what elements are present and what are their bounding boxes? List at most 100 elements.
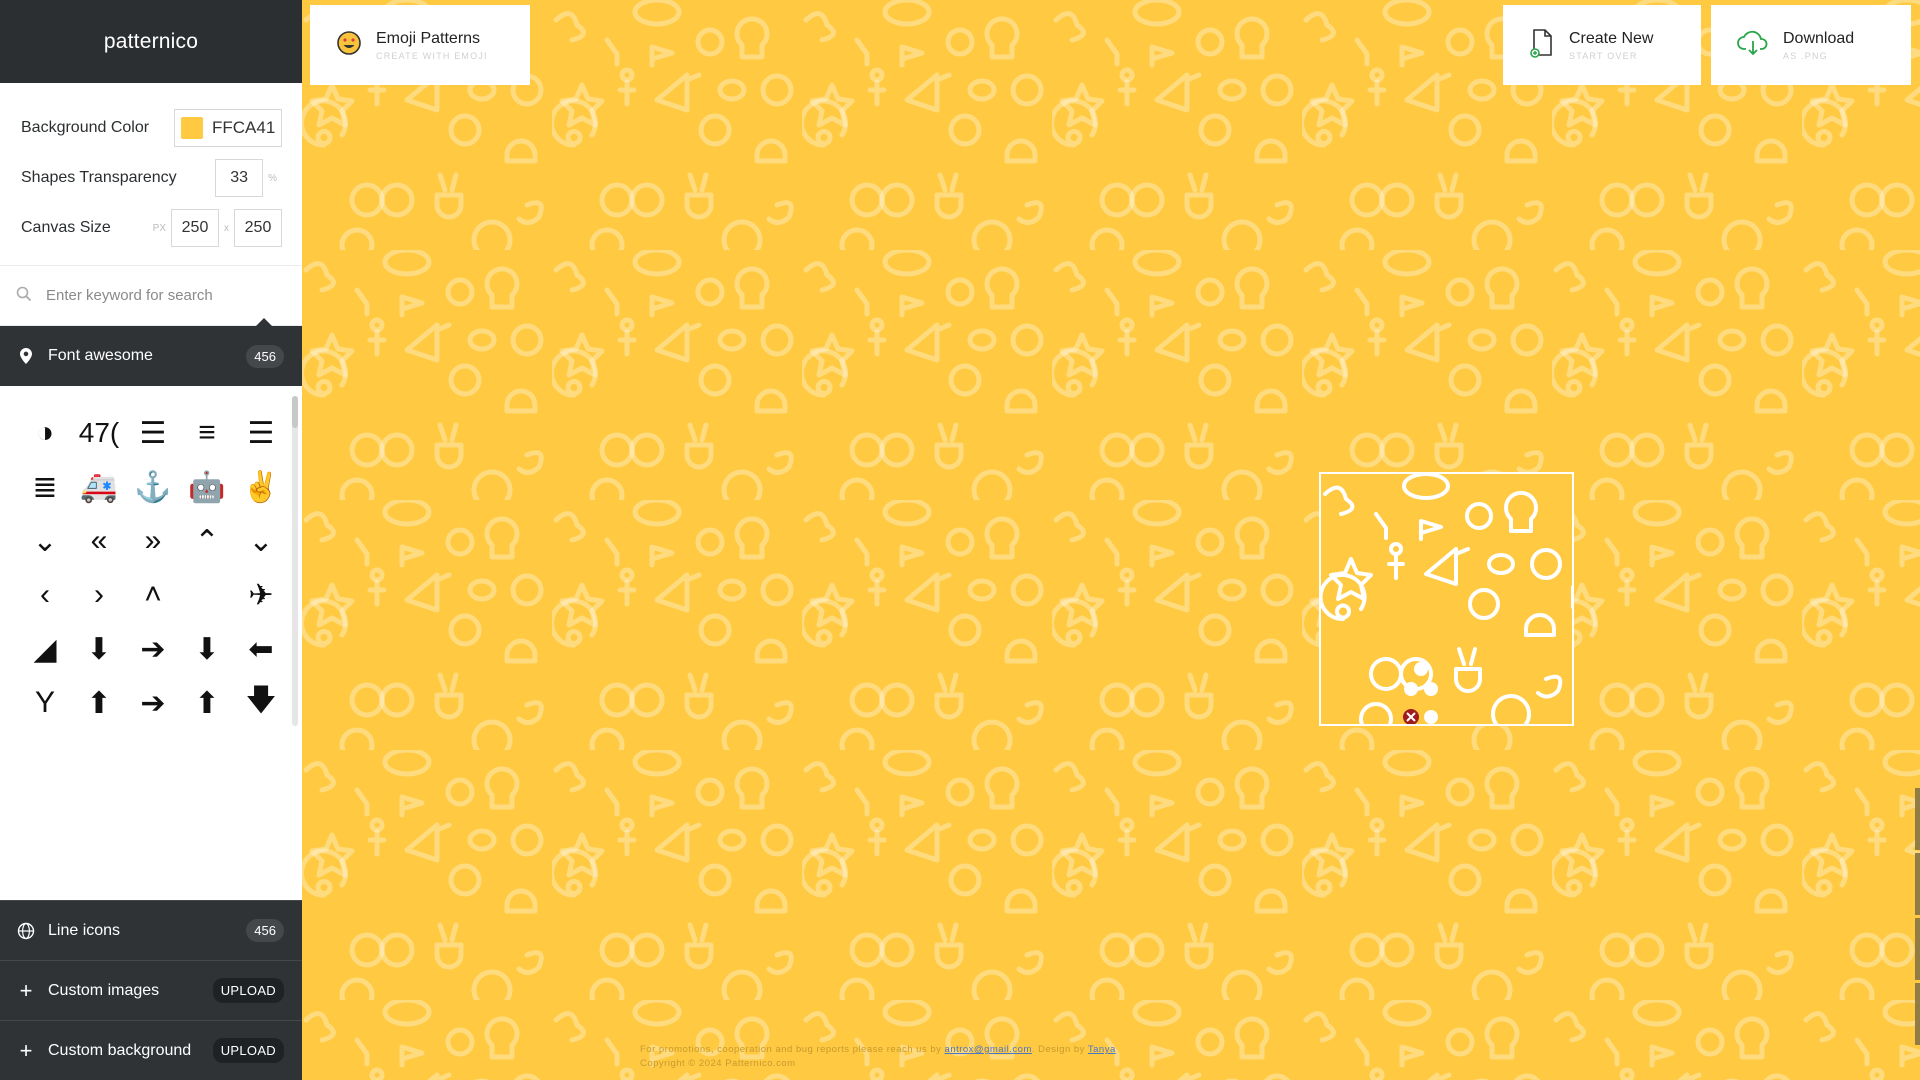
background-color-label: Background Color bbox=[21, 119, 150, 136]
section-line-icons[interactable]: Line icons 456 bbox=[0, 900, 302, 960]
footer-designer-link[interactable]: Tanya bbox=[1088, 1044, 1116, 1055]
create-new-subtitle: START OVER bbox=[1569, 50, 1638, 61]
scrollbar-thumb[interactable] bbox=[292, 396, 298, 428]
side-link-palette[interactable]: 🎨Color Palette GeneratorGENERATE COLORS … bbox=[1915, 918, 1920, 980]
footer-design-text: . Design by bbox=[1031, 1044, 1085, 1055]
align-right-icon[interactable]: ≣ bbox=[18, 460, 72, 514]
arrow-circle-o-up-icon[interactable]: ⬆ bbox=[72, 676, 126, 730]
caret-indicator bbox=[256, 318, 272, 326]
transparency-input[interactable]: 33 bbox=[215, 159, 264, 197]
angle-up-icon[interactable]: ˄ bbox=[126, 568, 180, 622]
section-label: Font awesome bbox=[48, 347, 153, 364]
color-swatch[interactable] bbox=[181, 117, 203, 139]
sidebar: patternico Background Color FFCA41 Shape… bbox=[0, 0, 302, 1080]
download-button[interactable]: Download AS .PNG bbox=[1711, 5, 1911, 85]
arrow-circle-right-icon[interactable]: ➔ bbox=[126, 622, 180, 676]
transparency-label: Shapes Transparency bbox=[21, 169, 177, 186]
bottom-sections: Line icons 456 + Custom images UPLOAD + … bbox=[0, 900, 302, 1080]
plus-icon: + bbox=[19, 1037, 33, 1063]
angle-double-up-icon[interactable]: ⌃ bbox=[180, 514, 234, 568]
anchor-icon[interactable]: ⚓ bbox=[126, 460, 180, 514]
background-color-value: FFCA41 bbox=[212, 118, 276, 137]
create-new-button[interactable]: Create New START OVER bbox=[1503, 5, 1701, 85]
footer-contact-text: For promotions, cooperation and bug repo… bbox=[640, 1044, 942, 1055]
scrollbar-track[interactable] bbox=[292, 396, 298, 726]
canvas-height-input[interactable]: 250 bbox=[234, 209, 282, 247]
section-label: Line icons bbox=[48, 921, 121, 939]
emoji-card-title: Emoji Patterns bbox=[376, 29, 481, 47]
canvas-size-row: Canvas Size PX 250 x 250 bbox=[21, 203, 282, 253]
transparency-unit: % bbox=[268, 172, 277, 184]
canvas-shapes bbox=[1321, 474, 1572, 724]
side-link-logopony[interactable]: ∞LogoponyAI LOGO GENERATOR↗ bbox=[1915, 983, 1920, 1045]
arrow-circle-o-right-icon[interactable]: ➔ bbox=[126, 676, 180, 730]
create-new-title: Create New bbox=[1569, 29, 1654, 47]
background-color-input[interactable]: FFCA41 bbox=[174, 109, 282, 147]
angle-right-icon[interactable]: › bbox=[72, 568, 126, 622]
count-badge: 456 bbox=[246, 344, 284, 368]
apple-icon[interactable] bbox=[180, 568, 234, 622]
align-justify-icon[interactable]: ≡ bbox=[180, 406, 234, 460]
side-links: ✨AI Photo EditorREMOVE OBJECTS, PEOPLE O… bbox=[1915, 788, 1920, 1048]
footer: For promotions, cooperation and bug repo… bbox=[640, 1043, 1116, 1071]
area-chart-icon[interactable]: ◢ bbox=[18, 622, 72, 676]
adjust-icon[interactable]: ◑ bbox=[18, 406, 72, 460]
canvas-size-label: Canvas Size bbox=[21, 219, 111, 236]
emoji-patterns-card[interactable]: Emoji Patterns CREATE WITH EMOJI bbox=[310, 5, 530, 85]
500px-icon[interactable]: 47( bbox=[72, 406, 126, 460]
android-icon[interactable]: 🤖 bbox=[180, 460, 234, 514]
smiling-heart-eyes-icon bbox=[336, 30, 362, 61]
align-center-icon[interactable]: ☰ bbox=[126, 406, 180, 460]
canvas-unit: PX bbox=[152, 222, 166, 234]
angellist-icon[interactable]: ✌ bbox=[234, 460, 288, 514]
pattern-background bbox=[302, 0, 1920, 1080]
y-combinator-icon[interactable]: Y bbox=[18, 676, 72, 730]
arrow-circle-o-down-icon[interactable]: ⬇ bbox=[180, 622, 234, 676]
footer-email-link[interactable]: antrox@gmail.com bbox=[945, 1044, 1032, 1055]
angle-double-down-icon[interactable]: ⌄ bbox=[18, 514, 72, 568]
icon-grid: ◑ 47(☰ ≡ ☰ ≣ 🚑 ⚓ 🤖 ✌ ⌄ «» ⌃ ⌄ ‹ › ˄ ✈ ◢ ⬇ ➔ ⬇ ⬅ Y ⬆ ➔ ⬆ 🡇 bbox=[0, 386, 302, 900]
search-input[interactable] bbox=[46, 287, 276, 304]
footer-copyright: Copyright © 2024 Patternico.com bbox=[640, 1058, 796, 1069]
angle-double-right-icon[interactable]: » bbox=[126, 514, 180, 568]
footer-line-1: For promotions, cooperation and bug repo… bbox=[640, 1043, 1116, 1057]
canvas-size-separator: x bbox=[224, 222, 229, 234]
plane-icon[interactable]: ✈ bbox=[234, 568, 288, 622]
search-icon bbox=[16, 286, 32, 306]
download-subtitle: AS .PNG bbox=[1783, 50, 1828, 61]
side-link-avatar[interactable]: 👤AI PFPMakerAI PROFILE PICTURE MAKER↗ bbox=[1915, 853, 1920, 915]
pattern-canvas[interactable] bbox=[1319, 472, 1574, 726]
ambulance-icon[interactable]: 🚑 bbox=[72, 460, 126, 514]
angle-left-icon[interactable]: ‹ bbox=[18, 568, 72, 622]
cloud-download-icon bbox=[1737, 29, 1769, 62]
count-badge: 456 bbox=[246, 919, 284, 942]
section-label: Custom background bbox=[48, 1041, 192, 1059]
globe-icon bbox=[16, 922, 36, 940]
plus-icon: + bbox=[19, 977, 33, 1003]
arrow-circle-down-icon[interactable]: ⬇ bbox=[72, 622, 126, 676]
app-logo[interactable]: patternico bbox=[0, 0, 302, 83]
align-left-icon[interactable]: ☰ bbox=[234, 406, 288, 460]
section-font-awesome[interactable]: Font awesome 456 bbox=[0, 318, 302, 386]
canvas-height-value: 250 bbox=[244, 219, 272, 236]
canvas-width-input[interactable]: 250 bbox=[171, 209, 219, 247]
arrow-circle-o-left-icon[interactable]: ⬅ bbox=[234, 622, 288, 676]
transparency-value: 33 bbox=[230, 169, 248, 186]
side-link-sparkles[interactable]: ✨AI Photo EditorREMOVE OBJECTS, PEOPLE O… bbox=[1915, 788, 1920, 850]
upload-background-button[interactable]: UPLOAD bbox=[212, 1038, 284, 1063]
arrow-circle-up-icon[interactable]: ⬆ bbox=[180, 676, 234, 730]
pattern-preview-area: Emoji Patterns CREATE WITH EMOJI Create … bbox=[302, 0, 1920, 1080]
settings-panel: Background Color FFCA41 Shapes Transpare… bbox=[0, 83, 302, 266]
download-title: Download bbox=[1783, 29, 1855, 47]
logo-text: patternico bbox=[103, 29, 199, 53]
section-custom-background[interactable]: + Custom background UPLOAD bbox=[0, 1020, 302, 1080]
angle-double-left-icon[interactable]: « bbox=[72, 514, 126, 568]
emoji-card-subtitle: CREATE WITH EMOJI bbox=[376, 50, 488, 61]
transparency-row: Shapes Transparency 33 % bbox=[21, 153, 282, 203]
background-color-row: Background Color FFCA41 bbox=[21, 103, 282, 153]
section-label: Custom images bbox=[48, 981, 160, 999]
arrow-down-icon[interactable]: 🡇 bbox=[234, 676, 288, 730]
upload-images-button[interactable]: UPLOAD bbox=[212, 978, 284, 1003]
section-custom-images[interactable]: + Custom images UPLOAD bbox=[0, 960, 302, 1020]
angle-down-icon[interactable]: ⌄ bbox=[234, 514, 288, 568]
